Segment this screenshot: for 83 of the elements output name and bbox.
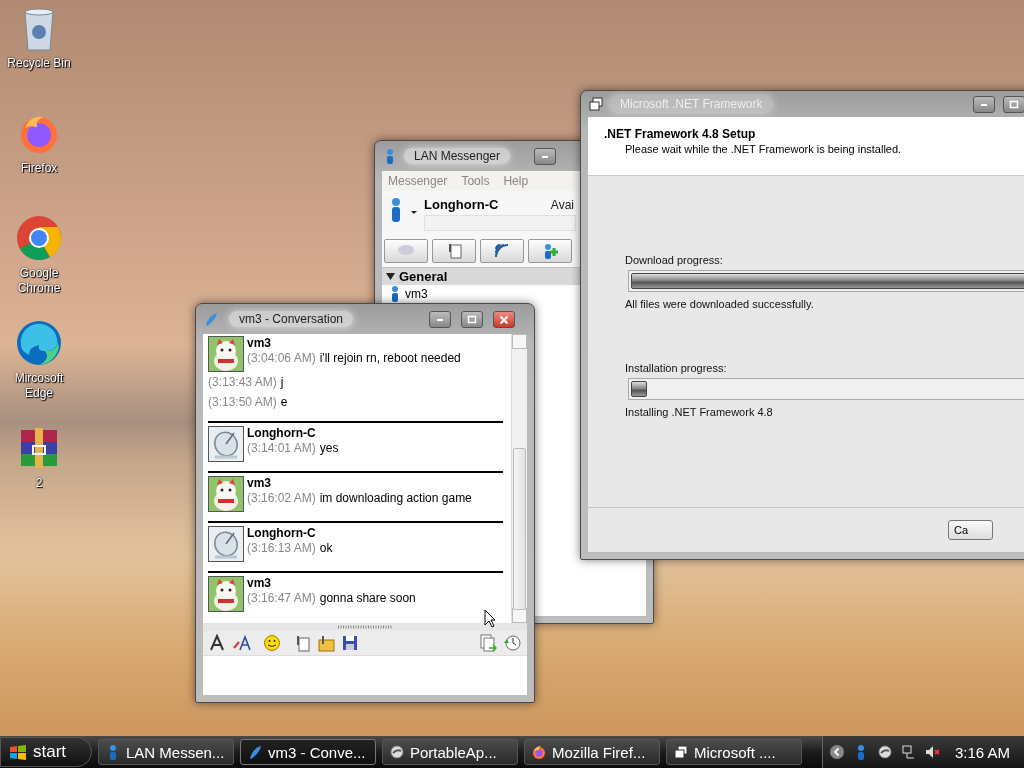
status-label[interactable]: Avai — [550, 197, 574, 212]
taskbar-button[interactable]: Mozilla Firef... — [524, 739, 660, 765]
splitter-handle[interactable] — [203, 623, 527, 631]
paperclip-folder-icon[interactable] — [317, 634, 335, 652]
minimize-button[interactable] — [534, 147, 556, 165]
maximize-button[interactable] — [461, 310, 483, 328]
progress-label: Download progress: — [625, 254, 724, 266]
windows-icon — [673, 744, 689, 760]
clock[interactable]: 3:16 AM — [954, 743, 1010, 761]
close-button[interactable] — [493, 310, 515, 328]
font-color-icon[interactable] — [233, 634, 251, 652]
network-icon[interactable] — [900, 744, 917, 760]
minimize-button[interactable] — [973, 95, 995, 113]
message-text: yes — [319, 441, 339, 456]
history-clock-icon[interactable] — [503, 634, 521, 652]
computer-icon — [588, 96, 604, 112]
status-note-field[interactable] — [424, 215, 576, 231]
avatar-picture — [208, 476, 244, 512]
muted-speaker-icon[interactable] — [924, 744, 941, 760]
cancel-button[interactable]: Ca — [948, 520, 993, 540]
close-icon — [498, 313, 510, 325]
taskbar-button[interactable]: PortableAp... — [382, 739, 518, 765]
progress-label: Installation progress: — [625, 362, 728, 374]
mouse-pointer-icon — [484, 609, 496, 628]
progress-status: Installing .NET Framework 4.8 — [625, 406, 774, 418]
disc-icon[interactable] — [876, 744, 893, 760]
smiley-icon[interactable] — [263, 634, 281, 652]
minimize-button[interactable] — [429, 310, 451, 328]
group-header[interactable]: General — [382, 267, 580, 285]
feather-icon — [247, 744, 263, 760]
message-time: (3:13:50 AM) — [208, 394, 277, 411]
edge-icon — [15, 319, 63, 367]
message-time: (3:16:02 AM) — [247, 491, 316, 506]
taskbar-button[interactable]: vm3 - Conve... — [240, 739, 376, 765]
broadcast-button[interactable] — [480, 239, 524, 263]
expanded-caret-icon[interactable] — [386, 272, 395, 281]
message-text: i'll rejoin rn, reboot needed — [319, 351, 461, 366]
message-time: (3:16:47 AM) — [247, 591, 316, 606]
sender-name: vm3 — [247, 336, 273, 350]
chat-bubble-button[interactable] — [384, 239, 428, 263]
feather-icon — [203, 311, 219, 327]
message-text: ok — [319, 541, 333, 556]
window-title: vm3 - Conversation — [229, 311, 354, 327]
maximize-icon — [1008, 98, 1020, 110]
chrome-icon — [15, 214, 63, 262]
setup-subheading: Please wait while the .NET Framework is being installed. — [625, 143, 903, 155]
scrollbar[interactable] — [511, 334, 527, 623]
sender-name: vm3 — [247, 576, 273, 590]
windows-logo-icon — [9, 744, 27, 760]
message-text: j — [280, 374, 284, 391]
message-text: e — [280, 394, 288, 411]
chevron-left-icon[interactable] — [828, 744, 845, 760]
maximize-icon — [466, 313, 478, 325]
sender-name: Longhorn-C — [247, 426, 317, 440]
message-time: (3:13:43 AM) — [208, 374, 277, 391]
window-title: LAN Messenger — [404, 148, 511, 164]
user-name: Longhorn-C — [424, 197, 500, 212]
sender-name: vm3 — [247, 476, 273, 490]
paperclip-document-button[interactable] — [432, 239, 476, 263]
message-time: (3:16:13 AM) — [247, 541, 316, 556]
maximize-button[interactable] — [1003, 95, 1024, 113]
message-time: (3:14:01 AM) — [247, 441, 316, 456]
sender-name: Longhorn-C — [247, 526, 317, 540]
avatar-picture — [208, 526, 244, 562]
taskbar-button[interactable]: LAN Messen... — [98, 739, 234, 765]
taskbar-button[interactable]: Microsoft .... — [666, 739, 802, 765]
disc-icon — [389, 744, 405, 760]
message-text: im downloading action game — [319, 491, 472, 506]
progress-status: All files were downloaded successfully. — [625, 298, 815, 310]
document-export-icon[interactable] — [479, 634, 497, 652]
firefox-icon — [531, 744, 547, 760]
avatar-picture — [208, 336, 244, 372]
start-button[interactable]: start — [0, 737, 92, 767]
avatar-picture — [208, 426, 244, 462]
avatar-picture — [208, 576, 244, 612]
message-time: (3:04:06 AM) — [247, 351, 316, 366]
setup-heading: .NET Framework 4.8 Setup — [604, 127, 757, 141]
font-icon[interactable] — [209, 634, 227, 652]
message-text: gonna share soon — [319, 591, 416, 606]
contact-item[interactable]: vm3 — [382, 285, 436, 303]
grip-icon — [338, 625, 392, 629]
add-contact-button[interactable] — [528, 239, 572, 263]
person-icon — [390, 286, 400, 302]
